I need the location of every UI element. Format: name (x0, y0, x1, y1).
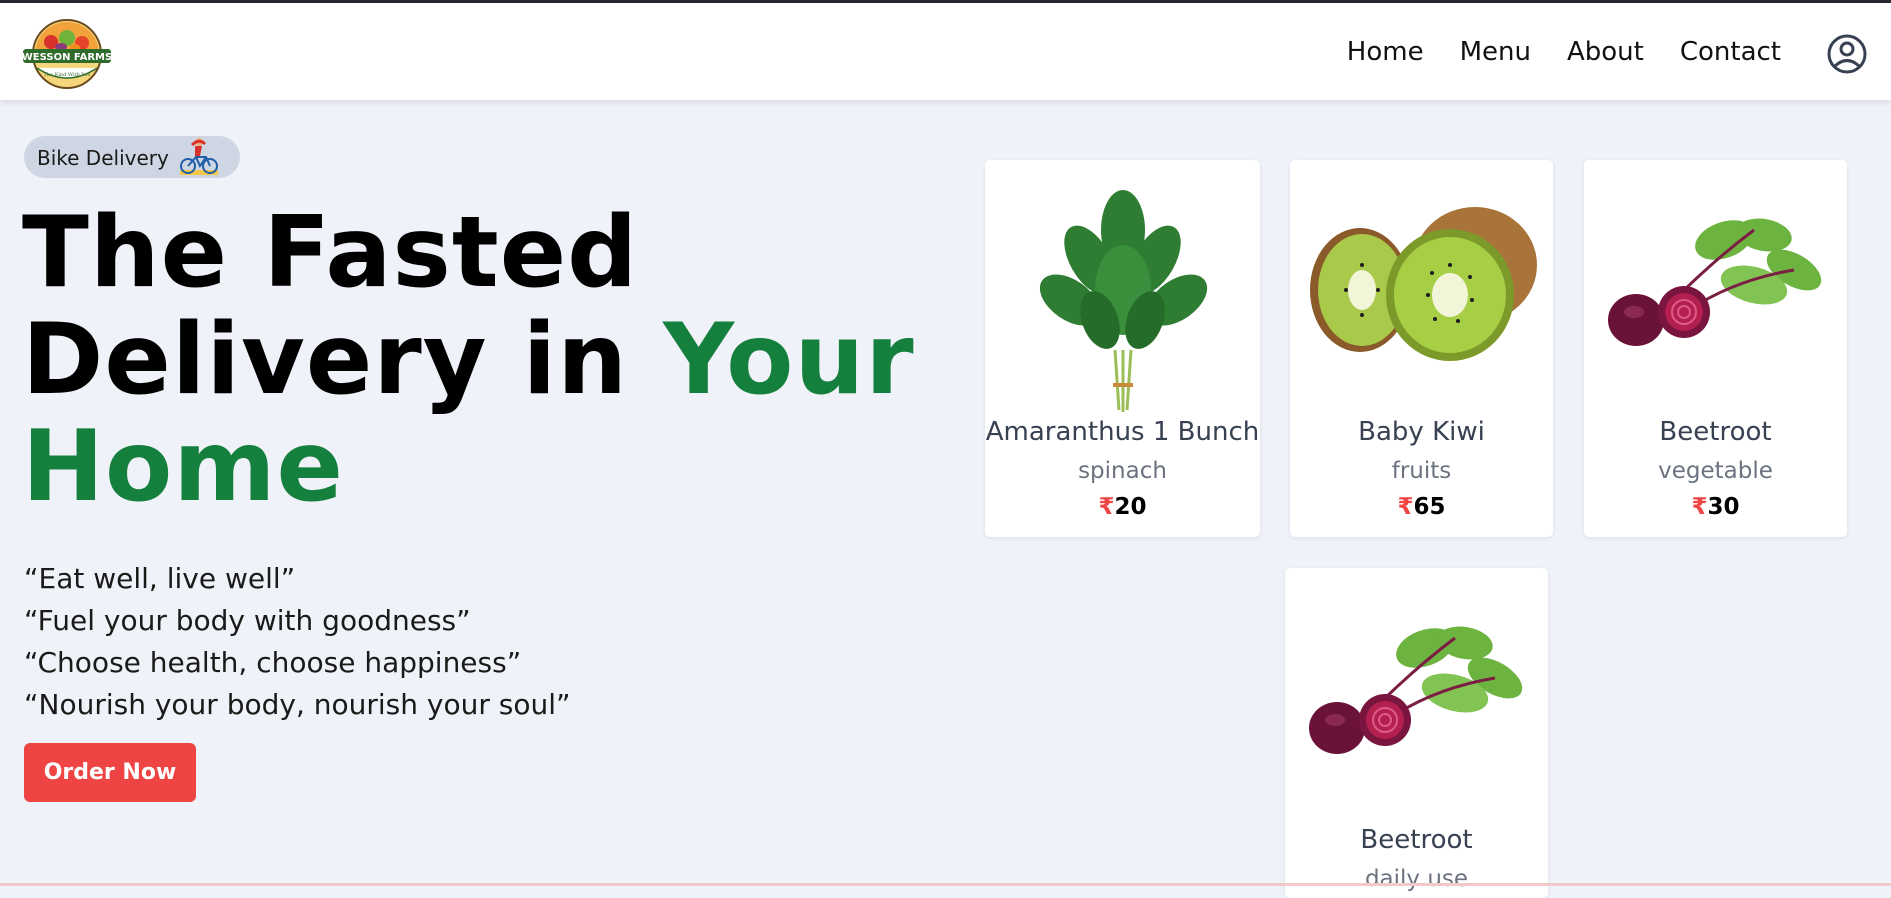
product-price: ₹30 (1584, 494, 1847, 520)
nav-contact-link[interactable]: Contact (1680, 37, 1781, 67)
product-category: daily use (1364, 866, 1469, 892)
rupee-icon: ₹ (1098, 494, 1115, 520)
product-price: ₹20 (985, 494, 1260, 520)
order-now-button[interactable]: Order Now (24, 743, 196, 802)
rupee-icon: ₹ (1691, 494, 1708, 520)
beetroot-image (1608, 218, 1822, 346)
product-category: fruits (1391, 458, 1452, 484)
logo-text-bottom: The Kind With You (43, 72, 91, 78)
nav-menu-link[interactable]: Menu (1460, 37, 1531, 67)
spinach-image (1039, 190, 1208, 412)
product-category: vegetable (1658, 458, 1773, 484)
product-category: spinach (1078, 458, 1167, 484)
bike-delivery-badge: Bike Delivery (24, 136, 240, 178)
product-card[interactable]: Baby Kiwi fruits ₹65 (1290, 160, 1553, 537)
product-price-value: 65 (1413, 494, 1446, 520)
navbar: WESSON FARMS The Kind With You Home Menu… (0, 3, 1891, 100)
headline-line-2: Delivery in Your (22, 307, 915, 414)
nav-about-link[interactable]: About (1567, 37, 1644, 67)
headline-line-2-green: Your (663, 303, 915, 417)
beetroot-image (1309, 626, 1523, 754)
product-name: Beetroot (1659, 417, 1772, 447)
product-name: Beetroot (1360, 825, 1473, 855)
brand-logo[interactable]: WESSON FARMS The Kind With You (21, 16, 113, 92)
kiwi-image (1310, 207, 1537, 361)
headline-line-2-black: Delivery in (22, 303, 664, 417)
headline-line-3: Home (22, 410, 344, 524)
hero-quotes: “Eat well, live well” “Fuel your body wi… (24, 558, 571, 726)
product-price: ₹65 (1290, 494, 1553, 520)
rupee-icon: ₹ (1397, 494, 1414, 520)
product-card[interactable]: Beetroot daily use (1285, 568, 1548, 898)
quote-1: “Eat well, live well” (24, 562, 296, 595)
nav-home-link[interactable]: Home (1347, 37, 1424, 67)
product-name: Baby Kiwi (1358, 417, 1485, 447)
badge-label: Bike Delivery (37, 146, 169, 170)
product-card[interactable]: Amaranthus 1 Bunch spinach ₹20 (985, 160, 1260, 537)
nav-links: Home Menu About Contact (1347, 37, 1781, 67)
product-name: Amaranthus 1 Bunch (985, 417, 1260, 447)
quote-2: “Fuel your body with goodness” (24, 604, 471, 637)
hero-headline: The Fasted Delivery in Your Home (22, 200, 915, 521)
logo-text-top: WESSON FARMS (22, 52, 112, 63)
product-price-value: 30 (1707, 494, 1740, 520)
bike-delivery-icon (180, 138, 218, 175)
product-price-value: 20 (1114, 494, 1147, 520)
product-card[interactable]: Beetroot vegetable ₹30 (1584, 160, 1847, 537)
quote-4: “Nourish your body, nourish your soul” (24, 688, 571, 721)
user-account-icon[interactable] (1826, 33, 1868, 75)
quote-3: “Choose health, choose happiness” (24, 646, 522, 679)
headline-line-1: The Fasted (22, 196, 639, 310)
